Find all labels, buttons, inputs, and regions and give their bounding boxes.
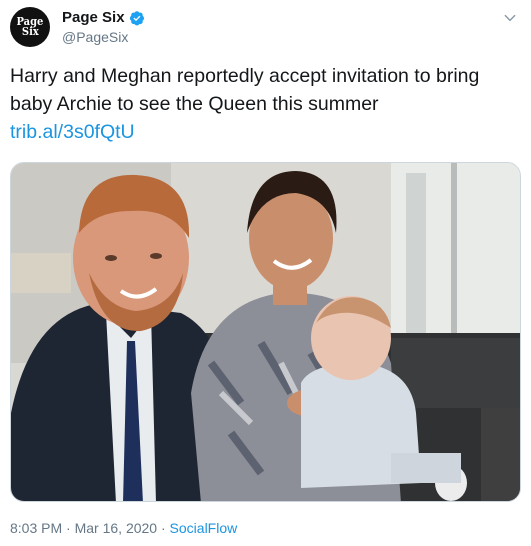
handle[interactable]: @PageSix (62, 29, 145, 45)
tweet-meta: 8:03 PM · Mar 16, 2020 · SocialFlow (10, 520, 237, 536)
verified-badge-icon (129, 10, 144, 25)
display-name[interactable]: Page Six (62, 9, 125, 26)
meta-separator: · (66, 520, 71, 536)
tweet-photo[interactable] (10, 162, 521, 502)
tweet-date[interactable]: Mar 16, 2020 (75, 520, 158, 536)
chevron-down-icon[interactable] (503, 11, 517, 25)
avatar[interactable]: Page Six (10, 7, 50, 47)
photo-illustration (11, 163, 520, 501)
tweet-time[interactable]: 8:03 PM (10, 520, 62, 536)
tweet-link[interactable]: trib.al/3s0fQtU (10, 118, 525, 146)
author-block: Page Six @PageSix (62, 9, 145, 45)
tweet-source[interactable]: SocialFlow (170, 520, 238, 536)
tweet-text-block: Harry and Meghan reportedly accept invit… (10, 62, 525, 146)
avatar-text-line2: Six (21, 25, 39, 38)
meta-separator-2: · (160, 520, 166, 536)
tweet-text: Harry and Meghan reportedly accept invit… (10, 65, 480, 115)
tweet-header: Page Six Page Six @PageSix (10, 7, 521, 47)
